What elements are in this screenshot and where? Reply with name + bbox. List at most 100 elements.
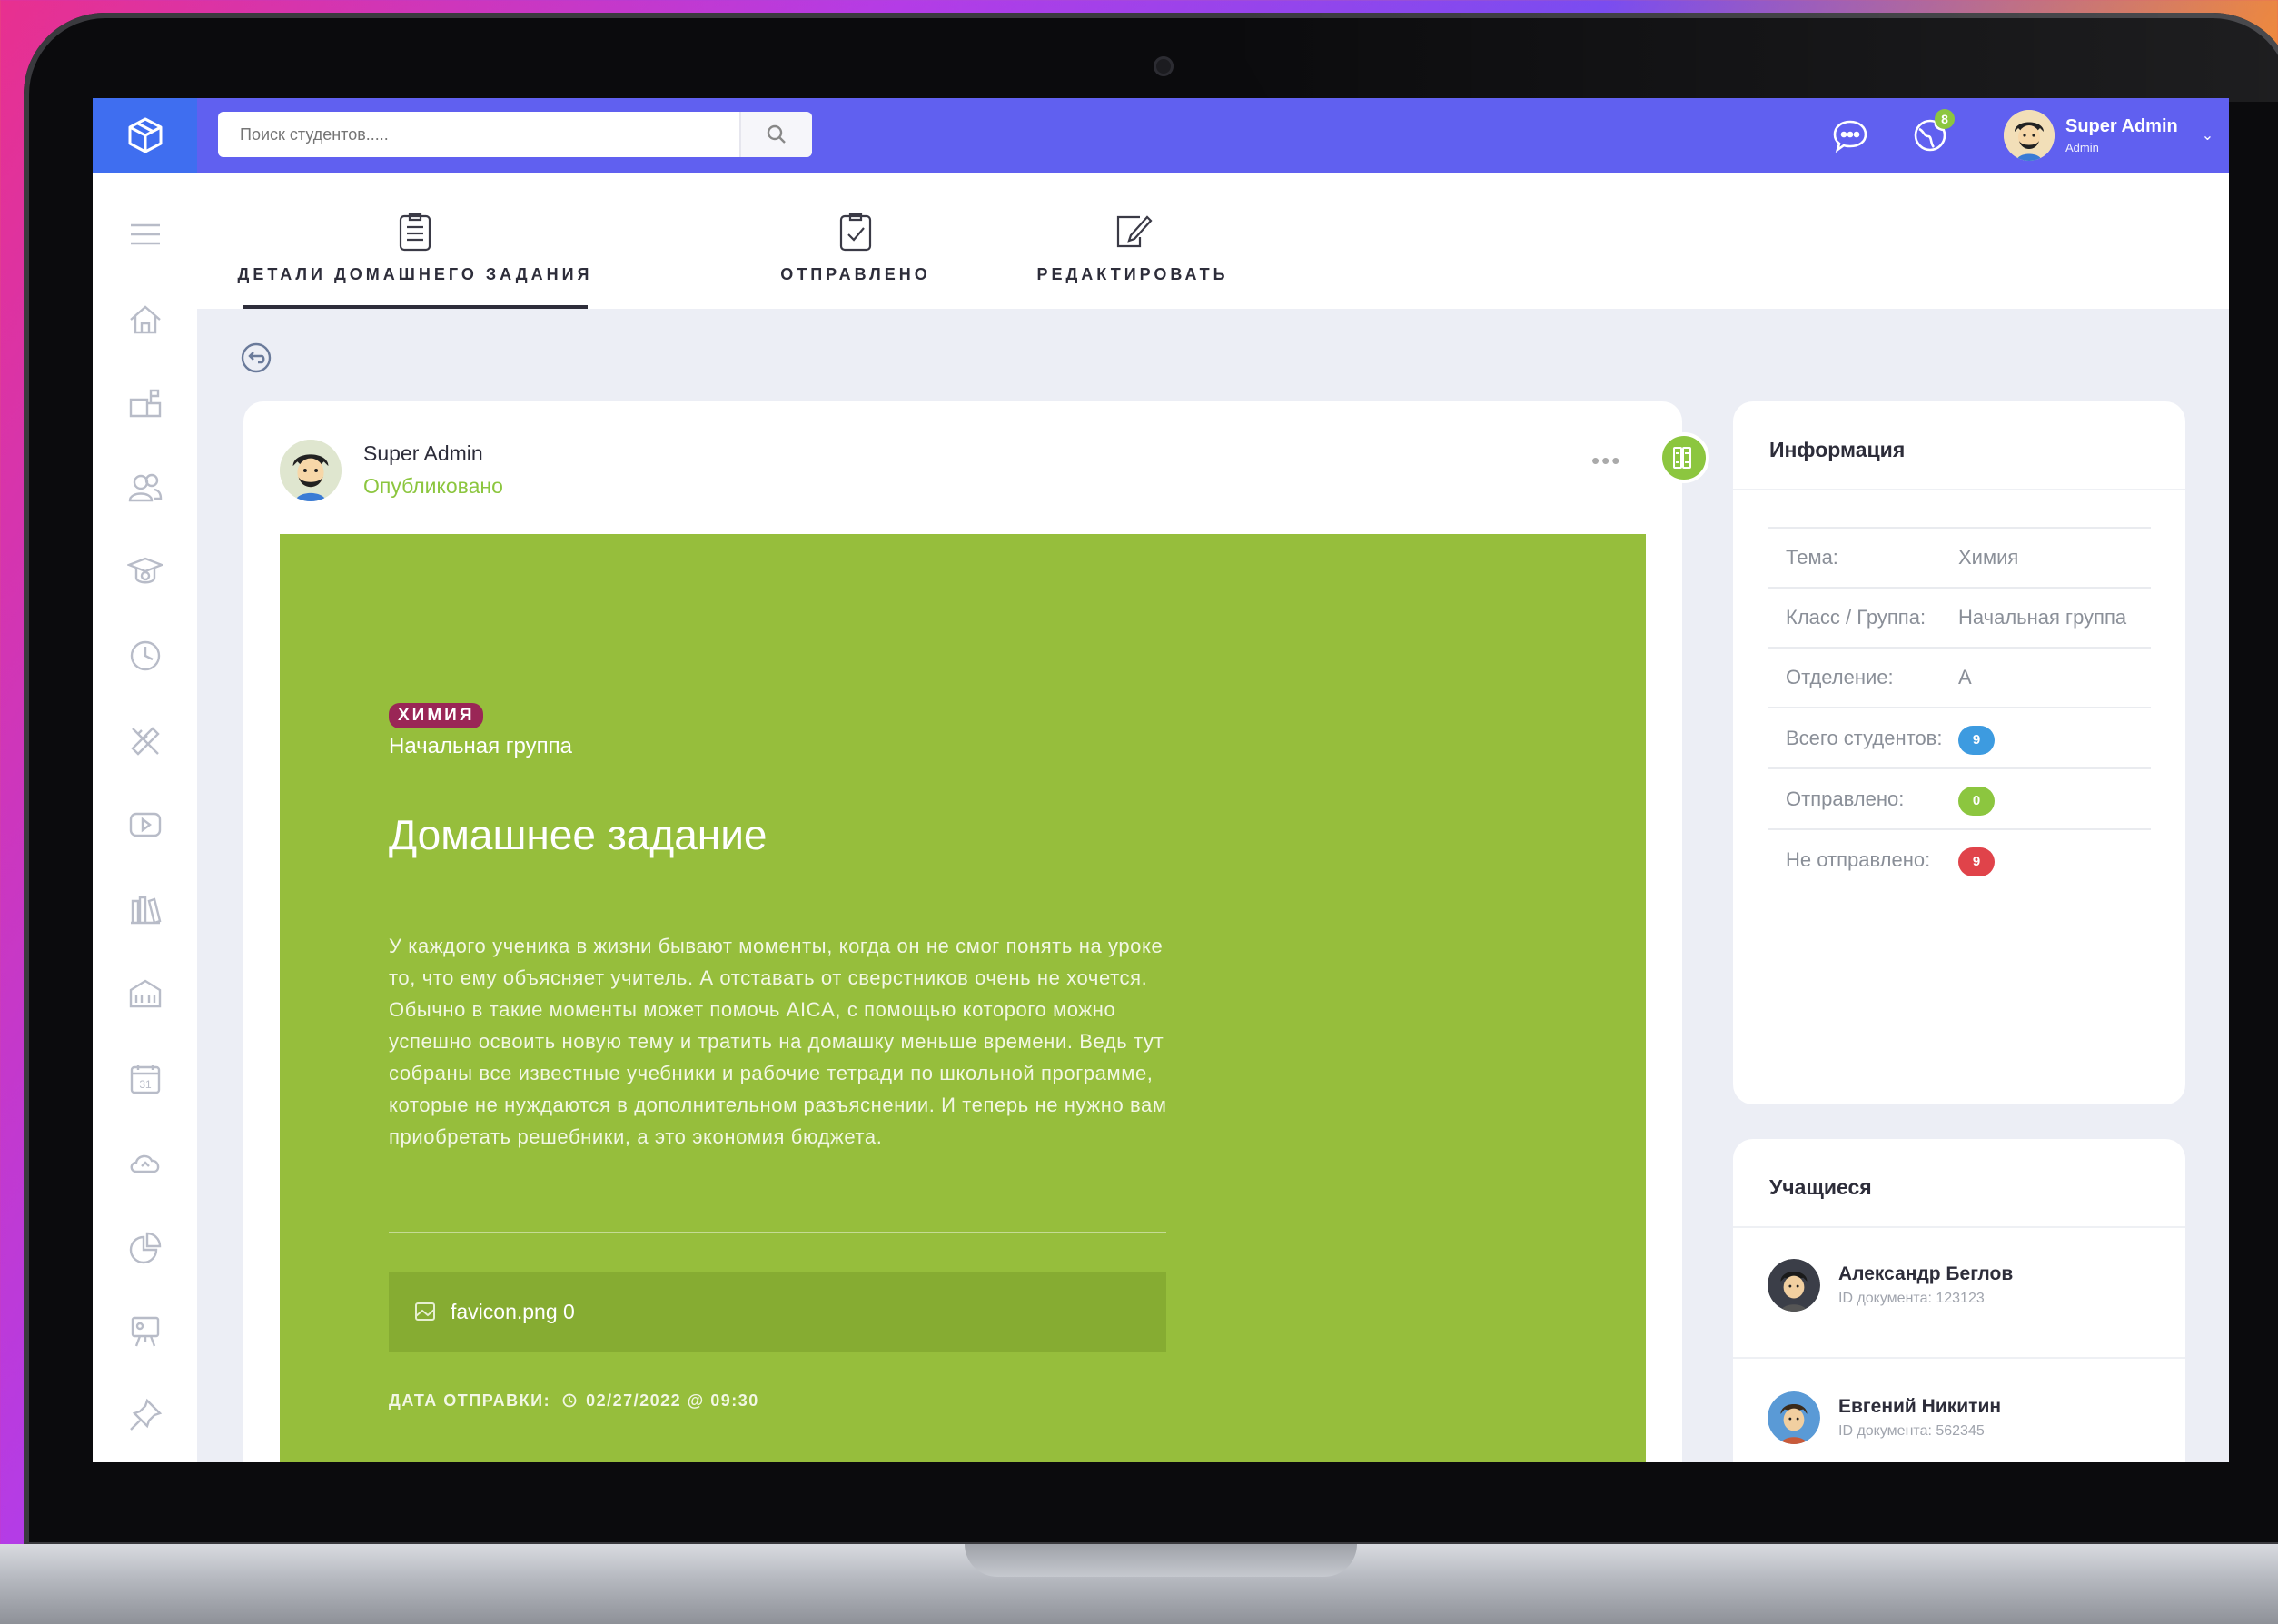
user-name: Super Admin — [2065, 116, 2178, 136]
laptop-camera — [1154, 56, 1174, 76]
books-icon — [1673, 447, 1691, 469]
back-icon[interactable] — [240, 342, 272, 374]
search-icon — [767, 124, 786, 144]
homework-content: ХИМИЯ Начальная группа Домашнее задание … — [280, 534, 1646, 1462]
bezel-reflection — [1217, 13, 2278, 102]
search-bar — [218, 112, 812, 157]
sidebar-item-library[interactable] — [125, 890, 165, 930]
chat-icon — [1833, 120, 1867, 153]
logo[interactable] — [93, 98, 197, 173]
chart-icon — [129, 1232, 162, 1264]
menu-icon — [131, 223, 160, 245]
mailbox-icon — [129, 389, 162, 418]
sidebar-item-reports[interactable] — [125, 1228, 165, 1268]
clipboard-check-icon — [839, 213, 872, 252]
tab-edit[interactable]: РЕДАКТИРОВАТЬ — [1033, 173, 1233, 309]
sent-date: ДАТА ОТПРАВКИ: 02/27/2022 @ 09:30 — [389, 1391, 759, 1411]
info-card-title: Информация — [1769, 438, 1906, 461]
divider — [389, 1232, 1166, 1233]
students-card: Учащиеся Александр Беглов ID документа: … — [1733, 1139, 2185, 1462]
info-row-submitted: Отправлено: 0 — [1768, 767, 2151, 828]
tab-label: РЕДАКТИРОВАТЬ — [1036, 265, 1229, 283]
home-icon — [130, 305, 161, 334]
sidebar-item-home[interactable] — [125, 300, 165, 340]
sidebar-item-calendar[interactable]: 31 — [125, 1059, 165, 1099]
tab-submitted[interactable]: ОТПРАВЛЕНО — [778, 173, 933, 309]
avatar — [2004, 110, 2055, 161]
avatar — [1768, 1259, 1820, 1312]
post-author: Super Admin — [363, 441, 483, 465]
tab-bar: ДЕТАЛИ ДОМАШНЕГО ЗАДАНИЯ ОТПРАВЛЕНО РЕДА… — [197, 173, 2229, 309]
calendar-day: 31 — [139, 1078, 152, 1091]
search-button[interactable] — [739, 112, 812, 157]
info-row-subject: Тема: Химия — [1768, 527, 2151, 587]
sidebar-item-attendance[interactable] — [125, 636, 165, 676]
group-name: Начальная группа — [389, 734, 572, 758]
school-icon — [129, 979, 162, 1008]
image-icon — [415, 1302, 435, 1321]
edit-icon — [1116, 215, 1153, 248]
graduation-icon — [127, 557, 163, 584]
list-item[interactable]: Александр Беглов ID документа: 123123 — [1768, 1259, 2013, 1312]
info-label: Класс / Группа: — [1786, 606, 1926, 629]
homework-title: Домашнее задание — [389, 811, 768, 858]
tab-homework-details[interactable]: ДЕТАЛИ ДОМАШНЕГО ЗАДАНИЯ — [238, 173, 589, 309]
clipboard-list-icon — [399, 213, 431, 252]
info-label: Отправлено: — [1786, 787, 1905, 810]
info-label: Тема: — [1786, 546, 1838, 569]
student-name: Евгений Никитин — [1838, 1396, 2002, 1417]
search-input[interactable] — [218, 112, 736, 157]
sidebar-item-school[interactable] — [125, 974, 165, 1014]
tab-label: ДЕТАЛИ ДОМАШНЕГО ЗАДАНИЯ — [237, 265, 593, 283]
info-row-not-submitted: Не отправлено: 9 — [1768, 828, 2151, 889]
avatar — [280, 440, 342, 501]
sidebar-item-teaching[interactable] — [125, 1312, 165, 1352]
clock-icon — [562, 1393, 576, 1408]
sidebar-item-videos[interactable] — [125, 805, 165, 845]
sent-date-label: ДАТА ОТПРАВКИ: — [389, 1391, 551, 1410]
sidebar-item-homework[interactable] — [125, 721, 165, 761]
sent-date-value: 02/27/2022 @ 09:30 — [586, 1391, 759, 1410]
active-tab-indicator — [243, 305, 588, 309]
info-row-class: Класс / Группа: Начальная группа — [1768, 587, 2151, 647]
list-item[interactable]: Евгений Никитин ID документа: 562345 — [1768, 1391, 2001, 1444]
homework-description: У каждого ученика в жизни бывают моменты… — [389, 935, 1167, 1148]
info-value: Химия — [1958, 546, 2019, 569]
attachment[interactable]: favicon.png 0 — [389, 1272, 1166, 1352]
info-label: Не отправлено: — [1786, 847, 1931, 871]
tab-label: ОТПРАВЛЕНО — [780, 265, 931, 283]
divider — [1733, 1357, 2185, 1359]
attachment-name: favicon.png 0 — [451, 1299, 575, 1323]
total-students-badge: 9 — [1958, 726, 1995, 755]
notification-badge: 8 — [1935, 109, 1955, 129]
clock-icon — [130, 640, 161, 671]
sidebar-item-notices[interactable] — [125, 1395, 165, 1435]
info-label: Всего студентов: — [1786, 726, 1943, 749]
sidebar-toggle[interactable] — [125, 214, 165, 254]
ruler-pencil-icon — [131, 727, 160, 756]
info-table: Тема: Химия Класс / Группа: Начальная гр… — [1768, 527, 2151, 889]
sidebar-item-cloud[interactable] — [125, 1143, 165, 1183]
app-screen: 8 Super Admin Admin ⌄ — [93, 98, 2229, 1462]
chat-button[interactable] — [1829, 114, 1871, 156]
calendar-icon: 31 — [130, 1065, 161, 1094]
top-bar: 8 Super Admin Admin ⌄ — [93, 98, 2229, 173]
pin-icon — [130, 1398, 163, 1431]
language-button[interactable]: 8 — [1909, 109, 1955, 156]
sidebar-item-students[interactable] — [125, 552, 165, 592]
homework-action-button[interactable] — [1659, 432, 1709, 483]
post-status: Опубликовано — [363, 474, 503, 498]
student-doc-id: ID документа: 562345 — [1838, 1423, 1985, 1439]
info-row-section: Отделение: A — [1768, 647, 2151, 707]
laptop-notch — [965, 1544, 1357, 1577]
submitted-badge: 0 — [1958, 787, 1995, 816]
info-value: Начальная группа — [1958, 606, 2127, 629]
user-menu[interactable]: Super Admin Admin ⌄ — [2004, 107, 2214, 163]
library-icon — [131, 896, 162, 925]
sidebar-item-mail[interactable] — [125, 383, 165, 423]
divider — [1733, 1226, 2185, 1228]
users-icon — [128, 473, 163, 502]
subject-badge: ХИМИЯ — [389, 703, 484, 728]
more-options-icon[interactable]: ••• — [1591, 447, 1621, 475]
sidebar-item-users[interactable] — [125, 468, 165, 508]
